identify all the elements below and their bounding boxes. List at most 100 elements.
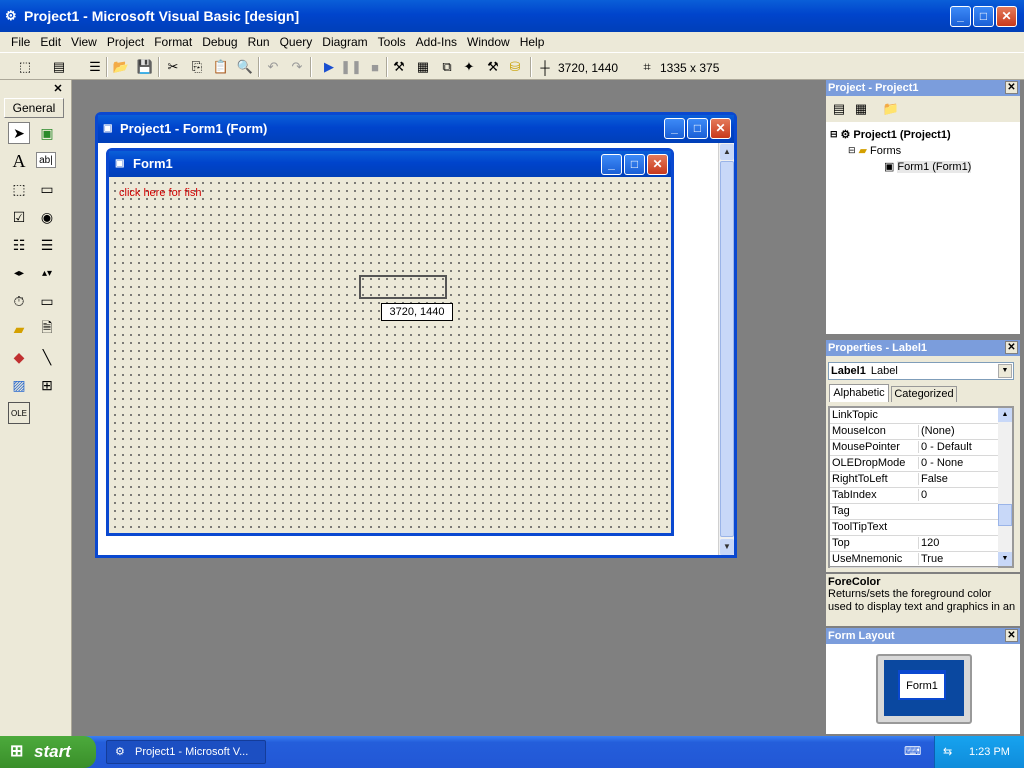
picturebox-tool-icon[interactable]: ▣ — [36, 122, 58, 144]
menu-diagram[interactable]: Diagram — [317, 32, 372, 52]
scroll-up-icon[interactable]: ▲ — [720, 144, 734, 160]
layout-form-thumb[interactable]: Form1 — [898, 670, 946, 700]
keyboard-icon[interactable]: ⌨ — [904, 744, 921, 758]
project-pane-close-icon[interactable]: ✕ — [1005, 81, 1018, 94]
designer-vertical-scrollbar[interactable]: ▲ ▼ — [718, 143, 734, 555]
redo-icon[interactable]: ↷ — [288, 58, 306, 76]
designer-minimize-button[interactable]: _ — [664, 118, 685, 139]
menu-file[interactable]: File — [6, 32, 35, 52]
paste-icon[interactable]: 📋 — [212, 58, 230, 76]
tree-item-forms[interactable]: ⊟ ▰ Forms — [848, 144, 901, 158]
vscrollbar-tool-icon[interactable]: ▴▾ — [36, 262, 58, 284]
layout-pane-close-icon[interactable]: ✕ — [1005, 629, 1018, 642]
main-titlebar[interactable]: ⚙ Project1 - Microsoft Visual Basic [des… — [0, 0, 1024, 32]
ole-tool-icon[interactable]: OLE — [8, 402, 30, 424]
scroll-down-icon[interactable]: ▼ — [998, 552, 1012, 566]
label-tool-icon[interactable]: A — [8, 150, 30, 172]
project-explorer-icon[interactable]: ⚒ — [390, 58, 408, 76]
data-view-icon[interactable]: ⛁ — [506, 58, 524, 76]
line-tool-icon[interactable]: ╲ — [36, 346, 58, 368]
property-value[interactable]: False — [918, 473, 998, 485]
maximize-button[interactable]: □ — [973, 6, 994, 27]
toolbox-general-tab[interactable]: General — [4, 98, 64, 118]
menu-help[interactable]: Help — [515, 32, 550, 52]
menu-edit[interactable]: Edit — [35, 32, 66, 52]
property-value[interactable]: (None) — [918, 425, 998, 437]
property-row[interactable]: ToolTipText — [830, 520, 998, 536]
tree-item-form1[interactable]: ▣ Form1 (Form1) — [884, 160, 972, 173]
designer-close-button[interactable]: ✕ — [710, 118, 731, 139]
property-row[interactable]: RightToLeft False — [830, 472, 998, 488]
minimize-button[interactable]: _ — [950, 6, 971, 27]
property-value[interactable]: 0 - Default — [918, 441, 998, 453]
commandbutton-tool-icon[interactable]: ▭ — [36, 178, 58, 200]
checkbox-tool-icon[interactable]: ☑ — [8, 206, 30, 228]
combobox-tool-icon[interactable]: ☷ — [8, 234, 30, 256]
start-icon[interactable]: ▶ — [320, 58, 338, 76]
form-layout-icon[interactable]: ⧉ — [438, 58, 456, 76]
scroll-thumb[interactable] — [998, 504, 1012, 526]
view-object-icon[interactable]: ▦ — [852, 100, 870, 118]
menu-tools[interactable]: Tools — [373, 32, 411, 52]
toolbox-close-icon[interactable]: ✕ — [51, 83, 65, 95]
find-icon[interactable]: 🔍 — [236, 58, 254, 76]
tab-categorized[interactable]: Categorized — [891, 386, 957, 402]
menu-addins[interactable]: Add-Ins — [411, 32, 462, 52]
label1-control[interactable]: click here for fish — [119, 187, 202, 199]
pointer-tool-icon[interactable]: ➤ — [8, 122, 30, 144]
save-icon[interactable]: 💾 — [136, 58, 154, 76]
properties-scrollbar[interactable]: ▲ ▼ — [998, 408, 1012, 566]
listbox-tool-icon[interactable]: ☰ — [36, 234, 58, 256]
cut-icon[interactable]: ✂ — [164, 58, 182, 76]
scroll-down-icon[interactable]: ▼ — [720, 539, 734, 555]
property-row[interactable]: MouseIcon (None) — [830, 424, 998, 440]
drivelistbox-tool-icon[interactable]: ▭ — [36, 290, 58, 312]
shape-tool-icon[interactable]: ◆ — [8, 346, 30, 368]
object-dropdown[interactable]: Label1 Label ▼ — [828, 362, 1014, 380]
tab-alphabetic[interactable]: Alphabetic — [829, 384, 889, 402]
form1-minimize-button[interactable]: _ — [601, 154, 622, 175]
collapse-icon[interactable]: ⊟ — [830, 129, 838, 140]
chevron-down-icon[interactable]: ▼ — [998, 364, 1012, 378]
property-value[interactable]: 0 - None — [918, 457, 998, 469]
break-icon[interactable]: ❚❚ — [340, 58, 362, 76]
filelistbox-tool-icon[interactable]: 🗎 — [36, 318, 58, 340]
collapse-icon[interactable]: ⊟ — [848, 145, 856, 156]
scroll-thumb[interactable] — [720, 161, 734, 537]
timer-tool-icon[interactable]: ⏱ — [8, 290, 30, 312]
clock[interactable]: 1:23 PM — [969, 736, 1010, 768]
network-icon[interactable]: ⇆ — [943, 736, 952, 768]
hscrollbar-tool-icon[interactable]: ◂▸ — [8, 262, 30, 284]
menu-debug[interactable]: Debug — [197, 32, 242, 52]
form1-maximize-button[interactable]: □ — [624, 154, 645, 175]
menu-project[interactable]: Project — [102, 32, 149, 52]
dirlistbox-tool-icon[interactable]: ▰ — [8, 318, 30, 340]
form-design-grid[interactable]: click here for fish 3720, 1440 — [109, 177, 671, 533]
copy-icon[interactable]: ⎘ — [188, 58, 206, 76]
end-icon[interactable]: ■ — [366, 58, 384, 76]
form1-close-button[interactable]: ✕ — [647, 154, 668, 175]
add-form-icon[interactable]: ▤ — [50, 58, 68, 76]
menu-view[interactable]: View — [66, 32, 102, 52]
image-tool-icon[interactable]: ▨ — [8, 374, 30, 396]
designer-titlebar[interactable]: ▣ Project1 - Form1 (Form) _ □ ✕ — [98, 115, 734, 143]
add-project-icon[interactable]: ⬚ — [16, 58, 34, 76]
object-browser-icon[interactable]: ✦ — [460, 58, 478, 76]
taskbar-item-vb[interactable]: ⚙ Project1 - Microsoft V... — [106, 740, 266, 764]
tree-item-project[interactable]: ⊟ ⚙ Project1 (Project1) — [830, 128, 951, 142]
property-row[interactable]: UseMnemonic True — [830, 552, 998, 568]
open-folder-icon[interactable]: 📂 — [112, 58, 130, 76]
property-value[interactable]: True — [918, 553, 998, 565]
textbox-tool-icon[interactable]: ab| — [36, 152, 56, 168]
drawing-selection-rect[interactable] — [359, 275, 447, 299]
property-value[interactable]: 120 — [918, 537, 998, 549]
menu-window[interactable]: Window — [462, 32, 515, 52]
view-code-icon[interactable]: ▤ — [830, 100, 848, 118]
close-button[interactable]: ✕ — [996, 6, 1017, 27]
property-row[interactable]: LinkTopic — [830, 408, 998, 424]
property-value[interactable]: 0 — [918, 489, 998, 501]
data-tool-icon[interactable]: ⊞ — [36, 374, 58, 396]
property-row[interactable]: OLEDropMode 0 - None — [830, 456, 998, 472]
start-button[interactable]: ⊞ start — [0, 736, 96, 768]
toolbox-icon[interactable]: ⚒ — [484, 58, 502, 76]
